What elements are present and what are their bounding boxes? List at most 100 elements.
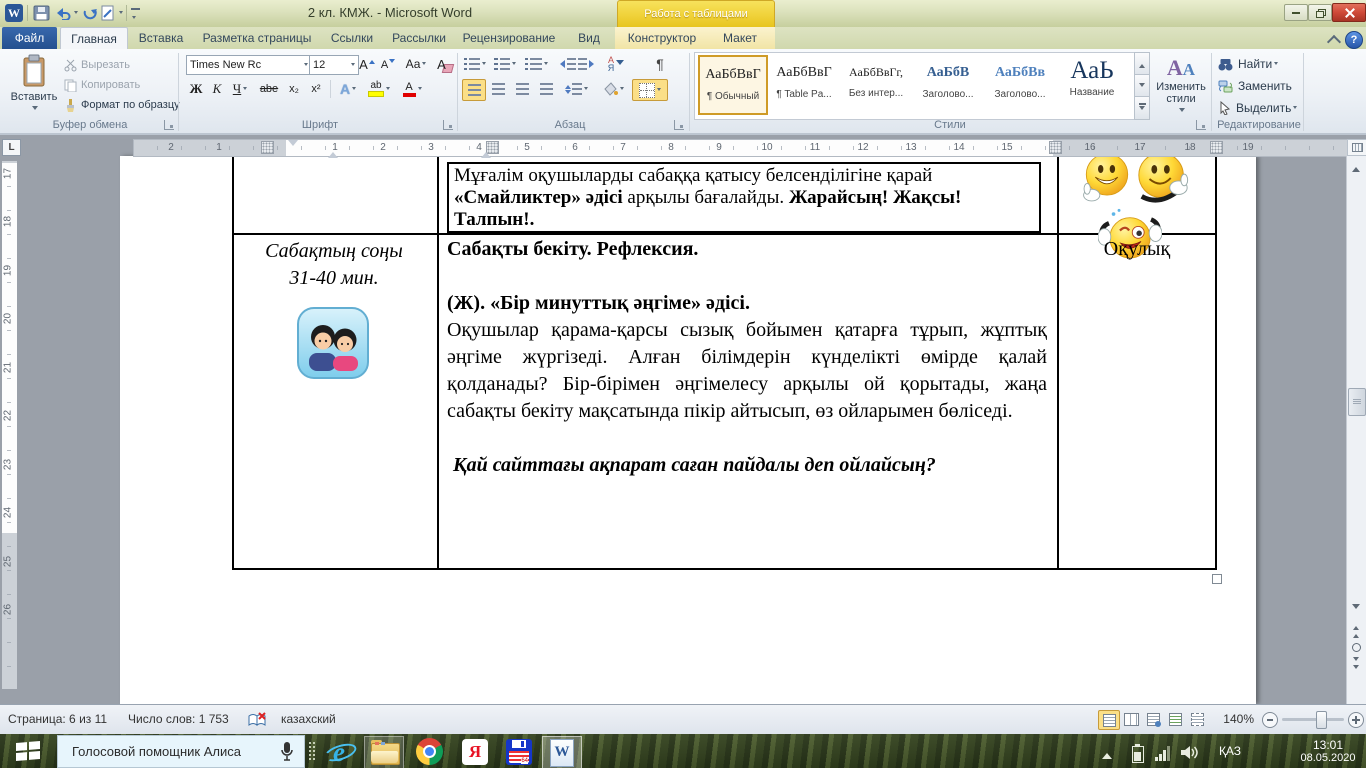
change-case-button[interactable]: Аа — [402, 54, 430, 74]
strikethrough-button[interactable]: abe — [256, 79, 282, 99]
zoom-level[interactable]: 140% — [1210, 712, 1254, 726]
text-effects-button[interactable]: А — [335, 79, 361, 99]
scrollbar-thumb[interactable] — [1348, 388, 1366, 416]
align-center-button[interactable] — [487, 79, 509, 99]
line-spacing-button[interactable] — [562, 79, 590, 99]
table-resize-handle[interactable] — [1212, 574, 1222, 584]
chrome-icon[interactable] — [410, 736, 448, 767]
tab-table-layout[interactable]: Макет — [710, 27, 770, 49]
table-column-marker[interactable] — [1210, 141, 1223, 154]
align-left-button[interactable] — [462, 79, 486, 101]
children-talking-image[interactable] — [296, 306, 370, 385]
scroll-down-button[interactable] — [1348, 600, 1364, 616]
paste-button[interactable]: Вставить — [8, 52, 60, 118]
close-button[interactable] — [1332, 3, 1366, 22]
quick-document-icon[interactable] — [101, 5, 115, 24]
decrease-indent-button[interactable] — [556, 55, 576, 73]
undo-dropdown-icon[interactable] — [74, 11, 78, 16]
help-button[interactable]: ? — [1345, 31, 1363, 49]
justify-button[interactable] — [535, 79, 557, 99]
grow-font-button[interactable]: А — [357, 54, 377, 74]
tab-file[interactable]: Файл — [2, 27, 57, 49]
word-taskbar-icon[interactable]: W — [542, 736, 582, 768]
style-title[interactable]: АаЬ Название — [1058, 55, 1126, 113]
tab-table-design[interactable]: Конструктор — [617, 27, 707, 49]
search-box[interactable]: Голосовой помощник Алиса — [57, 735, 305, 768]
styles-dialog-launcher[interactable] — [1196, 120, 1206, 130]
show-paragraph-marks-button[interactable]: ¶ — [650, 54, 670, 74]
styles-scroll-down[interactable] — [1134, 74, 1150, 98]
microphone-icon[interactable] — [280, 741, 294, 763]
font-size-combo[interactable]: 12 — [309, 55, 359, 75]
tab-mailings[interactable]: Рассылки — [386, 27, 452, 49]
bold-button[interactable]: Ж — [186, 79, 206, 99]
restore-button[interactable] — [1308, 4, 1332, 21]
tab-references[interactable]: Ссылки — [321, 27, 383, 49]
align-right-button[interactable] — [511, 79, 533, 99]
cut-button[interactable]: Вырезать — [64, 56, 130, 74]
undo-icon[interactable] — [55, 6, 71, 23]
file-explorer-icon[interactable] — [364, 736, 404, 768]
zoom-in-button[interactable] — [1348, 712, 1364, 728]
highlight-button[interactable]: ab — [364, 79, 394, 99]
tab-selector[interactable]: L — [2, 139, 21, 156]
tab-view[interactable]: Вид — [566, 27, 612, 49]
view-fullscreen-reading-button[interactable] — [1121, 710, 1141, 728]
document-dropdown-icon[interactable] — [119, 11, 123, 16]
previous-page-button[interactable] — [1348, 622, 1364, 638]
styles-gallery-expand[interactable] — [1134, 96, 1150, 120]
increase-indent-button[interactable] — [578, 55, 598, 73]
start-button[interactable] — [0, 734, 56, 768]
clock[interactable]: 13:01 08.05.2020 — [1292, 738, 1364, 766]
clipboard-dialog-launcher[interactable] — [164, 120, 174, 130]
paragraph-dialog-launcher[interactable] — [674, 120, 684, 130]
zoom-slider-track[interactable] — [1282, 718, 1344, 721]
spellcheck-icon[interactable] — [247, 711, 267, 731]
font-family-combo[interactable]: Times New Rc — [186, 55, 312, 75]
next-page-button[interactable] — [1348, 656, 1364, 672]
internet-explorer-icon[interactable]: e — [320, 736, 358, 767]
resources-cell[interactable]: Оқулық — [1059, 238, 1215, 261]
language-indicator[interactable]: казахский — [281, 712, 336, 726]
page-indicator[interactable]: Страница: 6 из 11 — [8, 712, 107, 726]
select-browse-object-button[interactable] — [1348, 640, 1364, 654]
redo-icon[interactable] — [82, 6, 98, 23]
assessment-textbox[interactable]: Мұғалім оқушыларды сабаққа қатысу белсен… — [447, 162, 1041, 233]
zoom-slider-thumb[interactable] — [1316, 711, 1327, 729]
network-signal-icon[interactable] — [1155, 746, 1170, 761]
tray-expand-icon[interactable] — [1102, 748, 1112, 759]
find-button[interactable]: Найти — [1218, 55, 1278, 73]
style-table-paragraph[interactable]: АаБбВвГ ¶ Table Pa... — [770, 55, 838, 113]
first-line-indent-marker[interactable] — [288, 140, 298, 151]
word-logo-icon[interactable]: W — [5, 4, 23, 22]
battery-icon[interactable] — [1132, 746, 1144, 763]
save-icon[interactable] — [33, 5, 50, 24]
underline-button[interactable]: Ч — [228, 79, 252, 99]
zoom-out-button[interactable] — [1262, 712, 1278, 728]
shrink-font-button[interactable]: А — [378, 55, 398, 75]
view-print-layout-button[interactable] — [1098, 710, 1120, 730]
scroll-up-button[interactable] — [1348, 159, 1364, 175]
style-normal[interactable]: АаБбВвГ ¶ Обычный — [698, 55, 768, 115]
smiley-hand-image[interactable] — [1134, 150, 1192, 211]
numbering-button[interactable] — [492, 55, 518, 73]
table-column-marker[interactable] — [261, 141, 274, 154]
clear-formatting-button[interactable]: А — [434, 54, 456, 74]
lesson-content-cell[interactable]: Сабақты бекіту. Рефлексия. (Ж). «Бір мин… — [447, 236, 1047, 479]
select-button[interactable]: Выделить — [1218, 99, 1297, 117]
multilevel-list-button[interactable] — [522, 55, 550, 73]
word-count[interactable]: Число слов: 1 753 — [128, 712, 229, 726]
ruler-toggle-button[interactable] — [1347, 139, 1366, 156]
hanging-indent-marker[interactable] — [328, 147, 338, 158]
font-color-button[interactable]: А — [398, 79, 426, 99]
view-web-layout-button[interactable] — [1143, 710, 1163, 728]
superscript-button[interactable]: х² — [306, 79, 326, 99]
font-dialog-launcher[interactable] — [443, 120, 453, 130]
tab-review[interactable]: Рецензирование — [455, 27, 563, 49]
tab-home[interactable]: Главная — [60, 27, 128, 49]
change-styles-button[interactable]: АА Изменить стили — [1154, 52, 1208, 118]
format-painter-button[interactable]: Формат по образцу — [64, 96, 180, 114]
view-outline-button[interactable] — [1165, 710, 1185, 728]
qat-customize-icon[interactable] — [131, 8, 140, 24]
yandex-icon[interactable]: Я — [456, 736, 494, 767]
